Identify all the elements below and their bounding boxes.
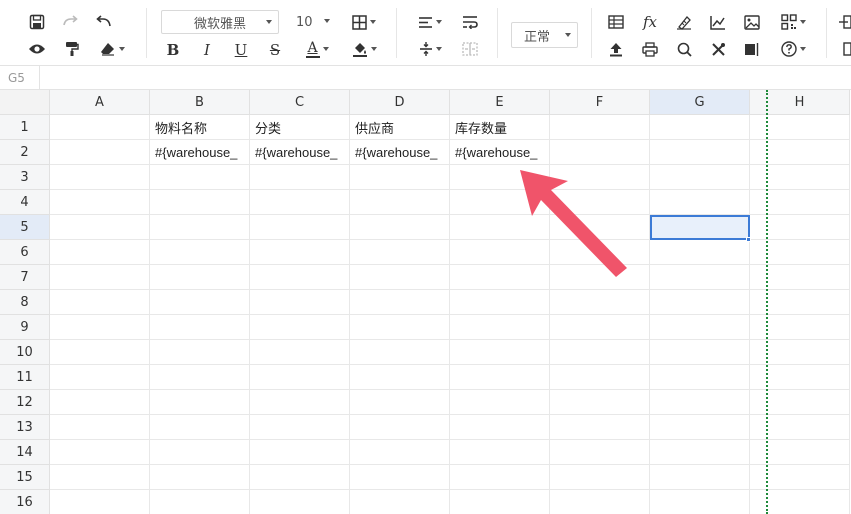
chart-icon[interactable] (707, 11, 729, 33)
number-format-value: 正常 (524, 29, 551, 45)
number-format-select[interactable]: 正常 (511, 22, 578, 48)
font-size-value: 10 (296, 14, 313, 30)
border-icon[interactable] (348, 11, 380, 33)
align-left-icon[interactable] (414, 11, 446, 33)
freeze-icon[interactable] (741, 38, 763, 60)
font-family-select[interactable]: 微软雅黑 (161, 10, 279, 34)
font-family-value: 微软雅黑 (193, 16, 246, 32)
bold-button[interactable]: B (162, 39, 184, 61)
format-painter-icon[interactable] (61, 38, 83, 60)
table-icon[interactable] (605, 11, 627, 33)
toolbar: 微软雅黑 10 B I U S A 正常 fx (0, 0, 851, 66)
print-icon[interactable] (639, 38, 661, 60)
spreadsheet-grid[interactable]: A B C D E F G H 1 物料名称 分类 供应商 库存数量 2 #{warehouse_ #{war… (0, 90, 851, 514)
save-icon[interactable] (26, 11, 48, 33)
expand-icon[interactable] (838, 38, 851, 60)
preview-icon[interactable] (26, 38, 48, 60)
italic-button[interactable]: I (196, 39, 218, 61)
qrcode-icon[interactable] (776, 11, 810, 33)
function-icon[interactable]: fx (639, 11, 661, 33)
strikethrough-button[interactable]: S (264, 39, 286, 61)
font-color-icon: A (307, 39, 318, 56)
eraser-icon[interactable] (96, 38, 128, 60)
undo-icon[interactable] (93, 11, 115, 33)
font-color-button[interactable]: A (300, 38, 334, 60)
underline-button[interactable]: U (230, 39, 252, 61)
help-icon[interactable] (776, 38, 810, 60)
more-icon[interactable] (838, 11, 851, 33)
cell-reference-box[interactable]: G5 (0, 66, 40, 89)
vertical-align-icon[interactable] (414, 38, 446, 60)
clear-format-icon[interactable] (673, 11, 695, 33)
merge-icon[interactable] (459, 38, 481, 60)
redo-icon[interactable] (59, 11, 81, 33)
formula-bar: G5 (0, 66, 851, 90)
annotation-arrow (520, 170, 627, 277)
fill-color-button[interactable] (348, 38, 380, 60)
upload-icon[interactable] (605, 38, 627, 60)
fill-color-icon (352, 43, 367, 57)
search-icon[interactable] (673, 38, 695, 60)
wrap-text-icon[interactable] (459, 11, 481, 33)
image-icon[interactable] (741, 11, 763, 33)
tools-icon[interactable] (707, 38, 729, 60)
font-size-select[interactable]: 10 (292, 10, 336, 34)
